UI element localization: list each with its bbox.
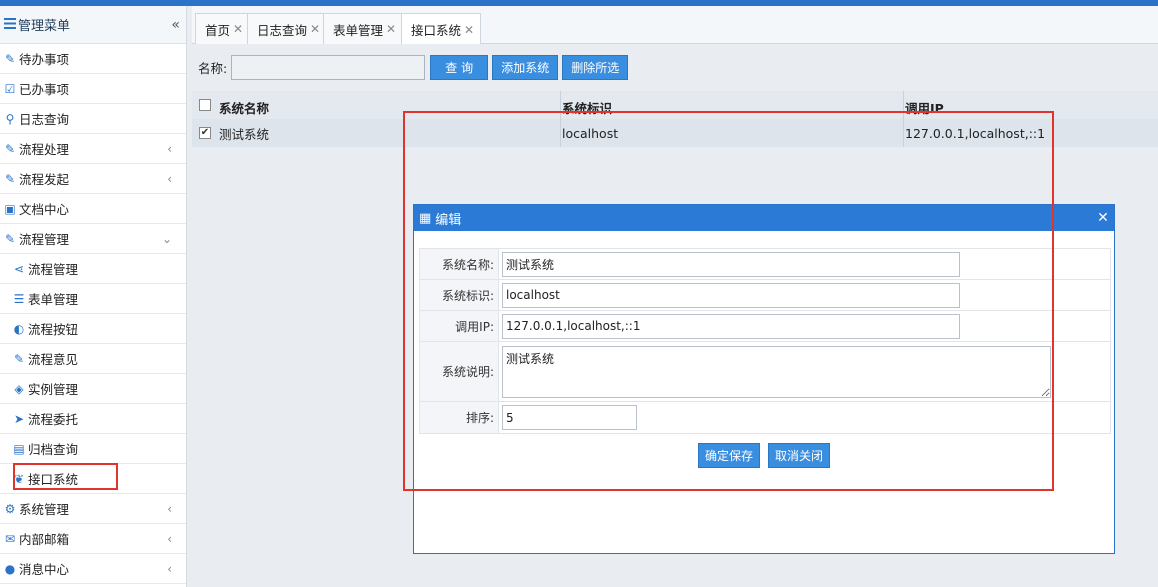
tab-home[interactable]: 首页 ✕: [195, 13, 251, 44]
tab-label: 接口系统: [411, 23, 462, 38]
close-icon[interactable]: ✕: [233, 22, 243, 36]
dialog-close-icon[interactable]: ✕: [1092, 210, 1114, 226]
sidebar-item-flow-manage[interactable]: ✎ 流程管理 ⌄: [0, 224, 186, 254]
name-label: 名称:: [198, 60, 228, 76]
tab-log-query[interactable]: 日志查询 ✕: [247, 13, 328, 44]
sidebar-item-label: 内部邮箱: [19, 532, 70, 547]
sidebar-item-system-manage[interactable]: ⚙ 系统管理 ‹: [0, 494, 186, 524]
sidebar-item-message-center[interactable]: ● 消息中心 ‹: [0, 554, 186, 584]
sidebar-highlight-box: [13, 463, 118, 490]
chevron-left-icon: ‹: [167, 531, 172, 546]
sidebar-item-label: 流程管理: [28, 262, 79, 277]
sidebar-item-label: 文档中心: [19, 202, 70, 217]
sidebar-item-label: 流程意见: [28, 352, 79, 367]
envelope-icon: ✉: [4, 531, 16, 546]
sidebar-item-label: 流程委托: [28, 412, 79, 427]
chevron-left-icon: ‹: [167, 561, 172, 576]
sidebar-item-label: 流程发起: [19, 172, 70, 187]
delete-selected-button[interactable]: 删除所选: [562, 54, 629, 80]
row-checkbox[interactable]: ✔: [199, 127, 211, 139]
query-button[interactable]: 查 询: [430, 54, 489, 80]
tab-interface-system[interactable]: 接口系统 ✕: [401, 13, 482, 45]
edit-square-icon: ✎: [4, 231, 16, 246]
gear-icon: ⚙: [4, 501, 16, 516]
chevron-left-icon: ‹: [167, 171, 172, 186]
briefcase-icon: ▣: [4, 201, 16, 216]
select-all-checkbox[interactable]: [199, 99, 211, 111]
hamburger-menu-icon: [4, 17, 18, 32]
edit-square-icon: ✎: [4, 171, 16, 186]
sidebar-title: 管理菜单: [18, 19, 71, 34]
sidebar-item-label: 归档查询: [28, 442, 79, 457]
sidebar-item-label: 流程按钮: [28, 322, 79, 337]
sidebar-item-label: 表单管理: [28, 292, 79, 307]
check-square-icon: ☑: [4, 81, 16, 96]
sidebar-header: 管理菜单 «: [0, 6, 186, 44]
toggle-icon: ◐: [13, 321, 25, 336]
sidebar-subitem-flow-buttons[interactable]: ◐ 流程按钮: [0, 314, 186, 344]
sidebar-subitem-flow-delegate[interactable]: ➤ 流程委托: [0, 404, 186, 434]
chevron-down-icon: ⌄: [161, 231, 172, 246]
chevron-left-icon: ‹: [167, 141, 172, 156]
sidebar-subitem-flow-manage[interactable]: ⋖ 流程管理: [0, 254, 186, 284]
sidebar-item-log-query[interactable]: ⚲ 日志查询: [0, 104, 186, 134]
sidebar-item-todo[interactable]: ✎ 待办事项: [0, 44, 186, 74]
collapse-sidebar-icon[interactable]: «: [171, 17, 180, 33]
sidebar-item-label: 消息中心: [19, 562, 70, 577]
sidebar-item-label: 已办事项: [19, 82, 70, 97]
cube-icon: ◈: [14, 381, 24, 396]
sidebar-item-docs[interactable]: ▣ 文档中心: [0, 194, 186, 224]
archive-icon: ▤: [13, 441, 25, 456]
sidebar-subitem-flow-opinion[interactable]: ✎ 流程意见: [0, 344, 186, 374]
select-all-cell: [192, 91, 218, 119]
share-icon: ⋖: [13, 261, 25, 276]
tab-label: 表单管理: [333, 22, 384, 38]
close-icon[interactable]: ✕: [386, 22, 396, 36]
name-search-input[interactable]: [231, 54, 426, 80]
row-checkbox-cell: ✔: [192, 119, 218, 147]
close-icon[interactable]: ✕: [310, 22, 320, 36]
sidebar-item-label: 流程处理: [19, 142, 70, 157]
tab-form-manage[interactable]: 表单管理 ✕: [323, 13, 404, 44]
tab-bar: 首页 ✕ 日志查询 ✕ 表单管理 ✕ 接口系统 ✕: [192, 6, 1158, 45]
search-icon: ⚲: [5, 111, 15, 126]
send-icon: ➤: [13, 411, 25, 426]
edit-icon: ✎: [4, 51, 16, 66]
edit-square-icon: ✎: [13, 351, 25, 366]
dialog-highlight-box: [403, 111, 1054, 491]
tab-label: 日志查询: [257, 22, 308, 38]
list-icon: ☰: [13, 291, 25, 306]
sidebar-item-label: 待办事项: [19, 52, 70, 67]
sidebar-item-done[interactable]: ☑ 已办事项: [0, 74, 186, 104]
close-icon[interactable]: ✕: [464, 23, 474, 37]
chevron-left-icon: ‹: [167, 501, 172, 516]
edit-square-icon: ✎: [4, 141, 16, 156]
tab-label: 首页: [205, 22, 231, 38]
sidebar-subitem-instance-manage[interactable]: ◈ 实例管理: [0, 374, 186, 404]
sidebar-item-label: 日志查询: [19, 112, 70, 127]
search-toolbar: 名称: 查 询 添加系统 删除所选: [192, 44, 1158, 90]
sidebar-subitem-form-manage[interactable]: ☰ 表单管理: [0, 284, 186, 314]
sidebar-item-label: 系统管理: [19, 502, 70, 517]
sidebar-item-flow-process[interactable]: ✎ 流程处理 ‹: [0, 134, 186, 164]
chat-icon: ●: [4, 561, 16, 576]
sidebar-item-flow-start[interactable]: ✎ 流程发起 ‹: [0, 164, 186, 194]
add-system-button[interactable]: 添加系统: [492, 54, 559, 80]
sidebar-item-label: 实例管理: [28, 382, 79, 397]
sidebar-item-internal-mail[interactable]: ✉ 内部邮箱 ‹: [0, 524, 186, 554]
sidebar: 管理菜单 « ✎ 待办事项 ☑ 已办事项 ⚲ 日志查询 ✎ 流程处理 ‹ ✎ 流…: [0, 6, 187, 587]
sidebar-subitem-archive-query[interactable]: ▤ 归档查询: [0, 434, 186, 464]
sidebar-item-label: 流程管理: [19, 232, 70, 247]
